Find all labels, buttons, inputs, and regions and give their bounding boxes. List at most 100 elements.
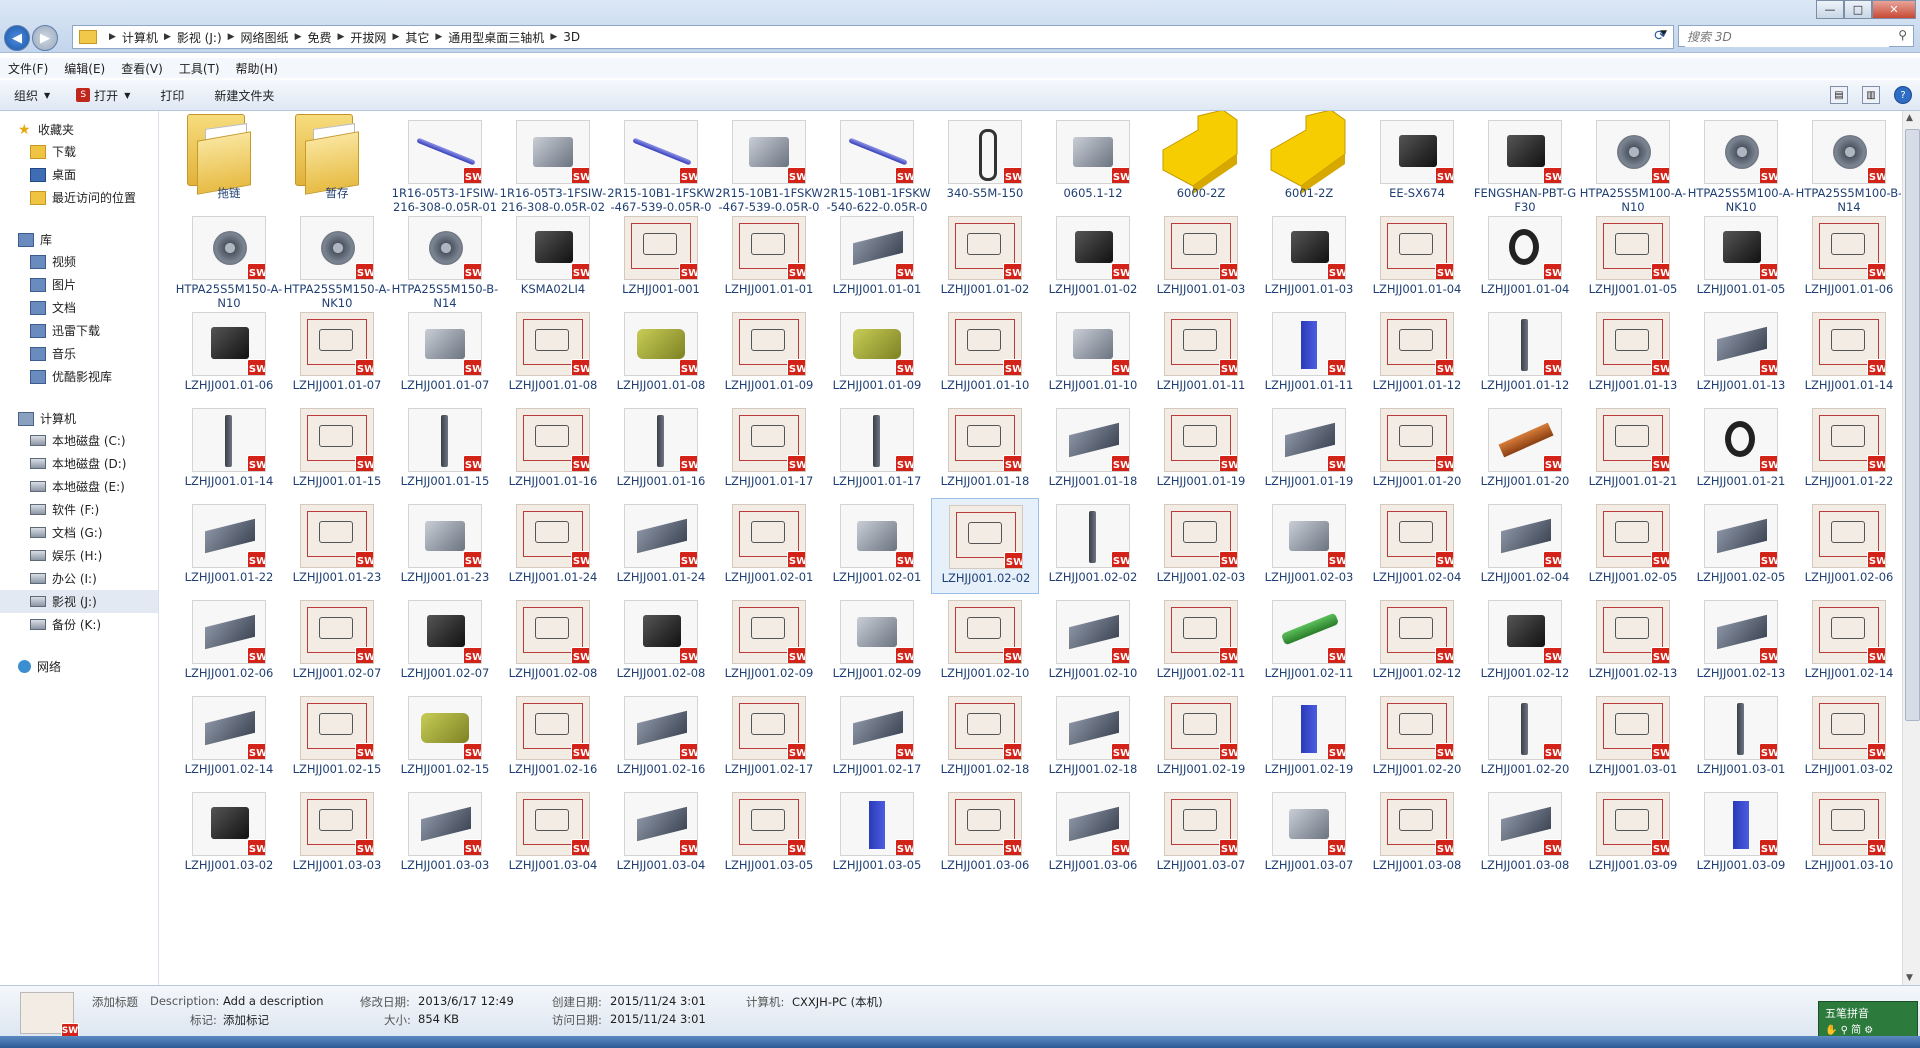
file-item[interactable]: SW LZHJJ001.01-16 (499, 402, 607, 498)
file-item[interactable]: SW LZHJJ001.01-03 (1147, 210, 1255, 306)
file-item[interactable]: SW LZHJJ001.02-20 (1363, 690, 1471, 786)
file-item[interactable]: SW LZHJJ001.01-21 (1579, 402, 1687, 498)
file-item[interactable]: SW LZHJJ001.01-11 (1255, 306, 1363, 402)
file-item[interactable]: SW LZHJJ001.02-05 (1687, 498, 1795, 594)
breadcrumb-separator-icon[interactable]: ▶ (435, 32, 442, 42)
file-item[interactable]: SW LZHJJ001.03-09 (1579, 786, 1687, 882)
menu-view[interactable]: 查看(V) (113, 60, 171, 77)
breadcrumb-separator-icon[interactable]: ▶ (338, 32, 345, 42)
file-item[interactable]: SW LZHJJ001.01-05 (1687, 210, 1795, 306)
file-item[interactable]: SW LZHJJ001.01-18 (1039, 402, 1147, 498)
nav-item-thunder[interactable]: 迅雷下载 (0, 319, 158, 342)
file-item[interactable]: SW LZHJJ001.03-07 (1147, 786, 1255, 882)
search-input[interactable] (1685, 27, 1889, 47)
file-item[interactable]: SW LZHJJ001.01-20 (1363, 402, 1471, 498)
file-item[interactable]: SW LZHJJ001.03-01 (1579, 690, 1687, 786)
search-box[interactable]: ⚲ (1678, 25, 1914, 47)
scrollbar-thumb[interactable] (1905, 129, 1920, 721)
file-item[interactable]: SW LZHJJ001.01-09 (715, 306, 823, 402)
file-item[interactable]: SW LZHJJ001.02-04 (1363, 498, 1471, 594)
file-item[interactable]: SW LZHJJ001.03-05 (823, 786, 931, 882)
file-item[interactable]: SW LZHJJ001.01-12 (1363, 306, 1471, 402)
file-item[interactable]: SW LZHJJ001.01-14 (175, 402, 283, 498)
file-item[interactable]: SW2R15-10B1-1FSKW-467-539-0.05R-02 (715, 114, 823, 228)
file-item[interactable]: SW LZHJJ001.01-20 (1471, 402, 1579, 498)
file-item[interactable]: SW LZHJJ001.03-04 (607, 786, 715, 882)
change-view-icon[interactable]: ▤ (1830, 86, 1848, 104)
file-item[interactable]: SW LZHJJ001.01-06 (1795, 210, 1901, 306)
file-item[interactable]: SW LZHJJ001.02-15 (283, 690, 391, 786)
nav-item-drive-e[interactable]: 本地磁盘 (E:) (0, 475, 158, 498)
file-item[interactable]: SW LZHJJ001.01-10 (1039, 306, 1147, 402)
file-item[interactable]: SW 1R16-05T3-1FSIW-216-308-0.05R-01 (391, 114, 499, 214)
breadcrumb-item[interactable]: ▶ 网络图纸 (222, 29, 289, 46)
file-item[interactable]: SW LZHJJ001.02-07 (391, 594, 499, 690)
file-item[interactable]: SW LZHJJ001.01-01 (715, 210, 823, 306)
file-item[interactable]: SW LZHJJ001.02-19 (1255, 690, 1363, 786)
breadcrumb-item[interactable]: ▶ 开拔网 (332, 29, 387, 46)
preview-pane-icon[interactable]: ▥ (1862, 86, 1880, 104)
file-item[interactable]: SW LZHJJ001.03-08 (1363, 786, 1471, 882)
open-button[interactable]: S 打开 ▼ (76, 87, 130, 104)
scroll-down-icon[interactable]: ▼ (1906, 973, 1913, 983)
file-item[interactable]: SW FENGSHAN-PBT-GF30 (1471, 114, 1579, 214)
nav-item-music[interactable]: 音乐 (0, 342, 158, 365)
file-item[interactable]: SW LZHJJ001.01-02 (931, 210, 1039, 306)
file-item[interactable]: SW LZHJJ001.02-12 (1363, 594, 1471, 690)
refresh-button[interactable]: ⟳ (1648, 24, 1672, 48)
breadcrumb-item[interactable]: ▶ 通用型桌面三轴机 (429, 29, 544, 46)
file-item[interactable]: SW LZHJJ001.02-11 (1255, 594, 1363, 690)
file-item[interactable]: SW LZHJJ001.02-06 (1795, 498, 1901, 594)
file-item[interactable]: SW2R15-10B1-1FSKW-540-622-0.05R-01 (823, 114, 931, 228)
file-item[interactable]: SW LZHJJ001.01-14 (1795, 306, 1901, 402)
file-item[interactable]: SW LZHJJ001.01-15 (391, 402, 499, 498)
close-button[interactable]: ✕ (1872, 0, 1916, 19)
file-item[interactable]: SW HTPA25S5M150-A-N10 (175, 210, 283, 310)
file-item[interactable]: SW LZHJJ001.02-16 (499, 690, 607, 786)
file-item[interactable]: SW LZHJJ001.02-02 (1039, 498, 1147, 594)
file-item[interactable]: SW 1R16-05T3-1FSIW-216-308-0.05R-02 (499, 114, 607, 214)
nav-item-drive-c[interactable]: 本地磁盘 (C:) (0, 429, 158, 452)
breadcrumb-separator-icon[interactable]: ▶ (109, 32, 116, 42)
file-item[interactable]: SW LZHJJ001.01-17 (715, 402, 823, 498)
nav-libraries[interactable]: 库 (0, 229, 158, 250)
menu-file[interactable]: 文件(F) (0, 60, 56, 77)
file-item[interactable]: SW LZHJJ001.02-01 (715, 498, 823, 594)
file-item[interactable]: SW LZHJJ001.01-19 (1255, 402, 1363, 498)
file-item[interactable]: SW LZHJJ001.02-13 (1579, 594, 1687, 690)
menu-help[interactable]: 帮助(H) (228, 60, 286, 77)
file-item[interactable]: SW HTPA25S5M100-A-NK10 (1687, 114, 1795, 214)
scroll-up-icon[interactable]: ▲ (1906, 113, 1913, 123)
minimize-button[interactable]: — (1816, 0, 1844, 19)
file-item[interactable]: SW LZHJJ001.02-14 (1795, 594, 1901, 690)
file-item[interactable]: SW HTPA25S5M150-A-NK10 (283, 210, 391, 310)
breadcrumb-separator-icon[interactable]: ▶ (392, 32, 399, 42)
forward-button[interactable]: ▶ (32, 25, 58, 51)
breadcrumb-separator-icon[interactable]: ▶ (295, 32, 302, 42)
file-item[interactable]: SW LZHJJ001.02-17 (823, 690, 931, 786)
tags-value[interactable]: 添加标记 (223, 1012, 269, 1028)
nav-item-drive-j[interactable]: 影视 (J:) (0, 590, 158, 613)
file-item[interactable]: SW LZHJJ001.01-19 (1147, 402, 1255, 498)
nav-item-drive-k[interactable]: 备份 (K:) (0, 613, 158, 636)
file-item[interactable]: SW LZHJJ001.02-07 (283, 594, 391, 690)
file-item[interactable]: SW LZHJJ001.02-06 (175, 594, 283, 690)
nav-item-drive-f[interactable]: 软件 (F:) (0, 498, 158, 521)
file-item[interactable]: SW LZHJJ001.02-20 (1471, 690, 1579, 786)
file-item[interactable]: SW LZHJJ001.01-09 (823, 306, 931, 402)
description-value[interactable]: Add a description (223, 994, 324, 1008)
file-item[interactable]: SW LZHJJ001.01-13 (1687, 306, 1795, 402)
file-item[interactable]: SW LZHJJ001.02-09 (823, 594, 931, 690)
file-item[interactable]: SW LZHJJ001.03-09 (1687, 786, 1795, 882)
menu-tools[interactable]: 工具(T) (171, 60, 228, 77)
file-item[interactable]: SW LZHJJ001.02-16 (607, 690, 715, 786)
file-item[interactable]: SW LZHJJ001.03-07 (1255, 786, 1363, 882)
nav-item-drive-g[interactable]: 文档 (G:) (0, 521, 158, 544)
file-item[interactable]: SW LZHJJ001.01-22 (1795, 402, 1901, 498)
file-item[interactable]: SW 0605.1-12 (1039, 114, 1147, 210)
file-item[interactable]: SW LZHJJ001.01-04 (1471, 210, 1579, 306)
file-item[interactable]: SW LZHJJ001.01-24 (499, 498, 607, 594)
file-item[interactable]: SW LZHJJ001.02-15 (391, 690, 499, 786)
file-item[interactable]: SW LZHJJ001.02-11 (1147, 594, 1255, 690)
file-item[interactable]: SW LZHJJ001.02-19 (1147, 690, 1255, 786)
